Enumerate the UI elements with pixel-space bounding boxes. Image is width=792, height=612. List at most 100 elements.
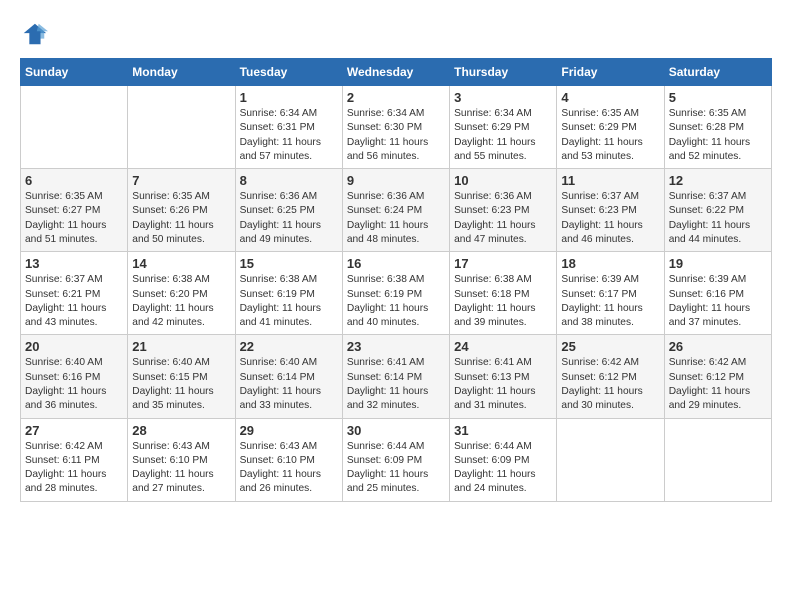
day-info: Sunrise: 6:41 AM Sunset: 6:13 PM Dayligh… <box>454 356 552 413</box>
day-info: Sunrise: 6:40 AM Sunset: 6:15 PM Dayligh… <box>132 356 230 413</box>
weekday-header-friday: Friday <box>557 59 664 86</box>
calendar-cell: 12Sunrise: 6:37 AM Sunset: 6:22 PM Dayli… <box>664 169 771 252</box>
day-number: 17 <box>454 256 552 271</box>
calendar-cell: 31Sunrise: 6:44 AM Sunset: 6:09 PM Dayli… <box>450 418 557 501</box>
calendar-cell: 26 Sunrise: 6:42 AM Sunset: 6:12 PM Dayli… <box>664 335 771 418</box>
weekday-header-thursday: Thursday <box>450 59 557 86</box>
calendar-week-row: 13 Sunrise: 6:37 AM Sunset: 6:21 PM Dayli… <box>21 252 772 335</box>
day-number: 11 <box>561 173 659 188</box>
day-info: Sunrise: 6:36 AM Sunset: 6:25 PM Dayligh… <box>240 190 338 247</box>
day-number: 20 <box>25 339 123 354</box>
weekday-header-monday: Monday <box>128 59 235 86</box>
day-number: 31 <box>454 423 552 438</box>
day-number: 14 <box>132 256 230 271</box>
calendar-cell: 21 Sunrise: 6:40 AM Sunset: 6:15 PM Dayli… <box>128 335 235 418</box>
calendar-cell: 29 Sunrise: 6:43 AM Sunset: 6:10 PM Dayli… <box>235 418 342 501</box>
day-info: Sunrise: 6:41 AM Sunset: 6:14 PM Dayligh… <box>347 356 445 413</box>
calendar-table: SundayMondayTuesdayWednesdayThursdayFrid… <box>20 58 772 502</box>
day-info: Sunrise: 6:42 AM Sunset: 6:11 PM Dayligh… <box>25 440 123 497</box>
day-info: Sunrise: 6:35 AM Sunset: 6:27 PM Dayligh… <box>25 190 123 247</box>
calendar-cell: 22Sunrise: 6:40 AM Sunset: 6:14 PM Dayli… <box>235 335 342 418</box>
day-info: Sunrise: 6:38 AM Sunset: 6:19 PM Dayligh… <box>240 273 338 330</box>
day-number: 26 <box>669 339 767 354</box>
calendar-cell: 19Sunrise: 6:39 AM Sunset: 6:16 PM Dayli… <box>664 252 771 335</box>
day-number: 1 <box>240 90 338 105</box>
logo <box>20 20 52 48</box>
calendar-cell: 7 Sunrise: 6:35 AM Sunset: 6:26 PM Daylig… <box>128 169 235 252</box>
weekday-header-tuesday: Tuesday <box>235 59 342 86</box>
day-info: Sunrise: 6:40 AM Sunset: 6:16 PM Dayligh… <box>25 356 123 413</box>
calendar-cell: 27 Sunrise: 6:42 AM Sunset: 6:11 PM Dayli… <box>21 418 128 501</box>
day-info: Sunrise: 6:42 AM Sunset: 6:12 PM Dayligh… <box>669 356 767 413</box>
calendar-cell: 15 Sunrise: 6:38 AM Sunset: 6:19 PM Dayli… <box>235 252 342 335</box>
calendar-cell: 10 Sunrise: 6:36 AM Sunset: 6:23 PM Dayli… <box>450 169 557 252</box>
calendar-week-row: 20 Sunrise: 6:40 AM Sunset: 6:16 PM Dayli… <box>21 335 772 418</box>
page-header <box>20 20 772 48</box>
day-info: Sunrise: 6:34 AM Sunset: 6:31 PM Dayligh… <box>240 107 338 164</box>
calendar-cell: 30 Sunrise: 6:44 AM Sunset: 6:09 PM Dayli… <box>342 418 449 501</box>
calendar-cell <box>664 418 771 501</box>
day-number: 9 <box>347 173 445 188</box>
day-number: 15 <box>240 256 338 271</box>
day-number: 12 <box>669 173 767 188</box>
day-number: 13 <box>25 256 123 271</box>
day-number: 29 <box>240 423 338 438</box>
day-info: Sunrise: 6:36 AM Sunset: 6:23 PM Dayligh… <box>454 190 552 247</box>
day-number: 2 <box>347 90 445 105</box>
day-number: 4 <box>561 90 659 105</box>
calendar-cell: 4 Sunrise: 6:35 AM Sunset: 6:29 PM Daylig… <box>557 86 664 169</box>
day-number: 30 <box>347 423 445 438</box>
calendar-cell <box>128 86 235 169</box>
day-info: Sunrise: 6:39 AM Sunset: 6:17 PM Dayligh… <box>561 273 659 330</box>
day-number: 21 <box>132 339 230 354</box>
day-number: 3 <box>454 90 552 105</box>
logo-icon <box>20 20 48 48</box>
calendar-cell: 23 Sunrise: 6:41 AM Sunset: 6:14 PM Dayli… <box>342 335 449 418</box>
calendar-week-row: 1 Sunrise: 6:34 AM Sunset: 6:31 PM Daylig… <box>21 86 772 169</box>
day-info: Sunrise: 6:34 AM Sunset: 6:29 PM Dayligh… <box>454 107 552 164</box>
day-number: 23 <box>347 339 445 354</box>
calendar-week-row: 6 Sunrise: 6:35 AM Sunset: 6:27 PM Daylig… <box>21 169 772 252</box>
day-info: Sunrise: 6:38 AM Sunset: 6:20 PM Dayligh… <box>132 273 230 330</box>
day-info: Sunrise: 6:37 AM Sunset: 6:21 PM Dayligh… <box>25 273 123 330</box>
day-number: 7 <box>132 173 230 188</box>
day-info: Sunrise: 6:37 AM Sunset: 6:23 PM Dayligh… <box>561 190 659 247</box>
day-info: Sunrise: 6:35 AM Sunset: 6:28 PM Dayligh… <box>669 107 767 164</box>
calendar-cell: 2 Sunrise: 6:34 AM Sunset: 6:30 PM Daylig… <box>342 86 449 169</box>
weekday-header-wednesday: Wednesday <box>342 59 449 86</box>
day-info: Sunrise: 6:38 AM Sunset: 6:18 PM Dayligh… <box>454 273 552 330</box>
calendar-cell: 3 Sunrise: 6:34 AM Sunset: 6:29 PM Daylig… <box>450 86 557 169</box>
calendar-cell: 18 Sunrise: 6:39 AM Sunset: 6:17 PM Dayli… <box>557 252 664 335</box>
calendar-cell: 17 Sunrise: 6:38 AM Sunset: 6:18 PM Dayli… <box>450 252 557 335</box>
day-number: 5 <box>669 90 767 105</box>
calendar-cell: 13 Sunrise: 6:37 AM Sunset: 6:21 PM Dayli… <box>21 252 128 335</box>
day-info: Sunrise: 6:39 AM Sunset: 6:16 PM Dayligh… <box>669 273 767 330</box>
day-info: Sunrise: 6:35 AM Sunset: 6:26 PM Dayligh… <box>132 190 230 247</box>
day-number: 10 <box>454 173 552 188</box>
calendar-cell: 24 Sunrise: 6:41 AM Sunset: 6:13 PM Dayli… <box>450 335 557 418</box>
day-info: Sunrise: 6:43 AM Sunset: 6:10 PM Dayligh… <box>132 440 230 497</box>
day-number: 16 <box>347 256 445 271</box>
calendar-cell: 1 Sunrise: 6:34 AM Sunset: 6:31 PM Daylig… <box>235 86 342 169</box>
day-number: 28 <box>132 423 230 438</box>
calendar-cell <box>21 86 128 169</box>
calendar-cell: 5 Sunrise: 6:35 AM Sunset: 6:28 PM Daylig… <box>664 86 771 169</box>
day-number: 18 <box>561 256 659 271</box>
day-number: 8 <box>240 173 338 188</box>
calendar-cell: 28 Sunrise: 6:43 AM Sunset: 6:10 PM Dayli… <box>128 418 235 501</box>
day-number: 25 <box>561 339 659 354</box>
day-info: Sunrise: 6:42 AM Sunset: 6:12 PM Dayligh… <box>561 356 659 413</box>
day-info: Sunrise: 6:44 AM Sunset: 6:09 PM Dayligh… <box>347 440 445 497</box>
weekday-header-sunday: Sunday <box>21 59 128 86</box>
day-info: Sunrise: 6:43 AM Sunset: 6:10 PM Dayligh… <box>240 440 338 497</box>
day-number: 27 <box>25 423 123 438</box>
calendar-cell: 16Sunrise: 6:38 AM Sunset: 6:19 PM Dayli… <box>342 252 449 335</box>
calendar-cell: 8 Sunrise: 6:36 AM Sunset: 6:25 PM Daylig… <box>235 169 342 252</box>
day-info: Sunrise: 6:34 AM Sunset: 6:30 PM Dayligh… <box>347 107 445 164</box>
calendar-week-row: 27 Sunrise: 6:42 AM Sunset: 6:11 PM Dayli… <box>21 418 772 501</box>
calendar-cell: 25 Sunrise: 6:42 AM Sunset: 6:12 PM Dayli… <box>557 335 664 418</box>
calendar-cell <box>557 418 664 501</box>
day-number: 24 <box>454 339 552 354</box>
day-info: Sunrise: 6:35 AM Sunset: 6:29 PM Dayligh… <box>561 107 659 164</box>
day-number: 6 <box>25 173 123 188</box>
